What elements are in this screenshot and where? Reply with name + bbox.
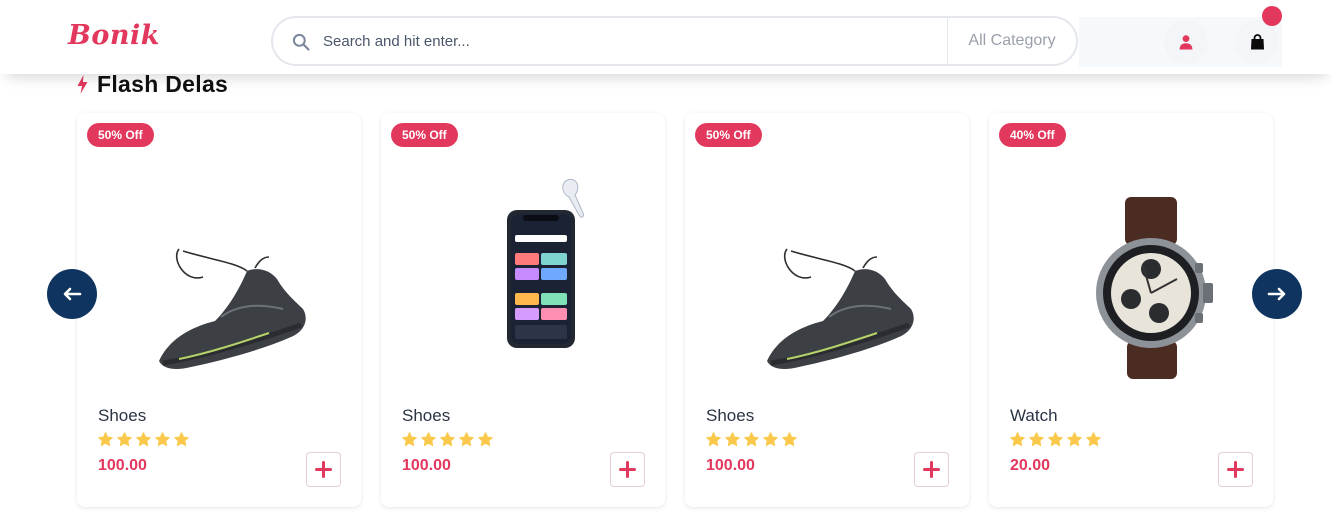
shopping-bag-icon	[1250, 34, 1264, 50]
star-icon	[174, 432, 189, 447]
product-card[interactable]: 40% Off Watch 20.00	[989, 113, 1273, 507]
add-to-cart-button[interactable]	[1218, 452, 1253, 487]
discount-badge: 50% Off	[695, 123, 762, 147]
product-card[interactable]: 50% Off Shoes 100.00	[685, 113, 969, 507]
product-name[interactable]: Shoes	[98, 406, 146, 426]
arrow-right-icon	[1267, 287, 1286, 301]
search-bar: All Category	[271, 16, 1078, 66]
search-input[interactable]	[323, 27, 923, 55]
user-account-button[interactable]	[1164, 20, 1208, 64]
star-icon	[98, 432, 113, 447]
star-icon	[1086, 432, 1101, 447]
search-icon	[292, 33, 310, 51]
star-icon	[1010, 432, 1025, 447]
arrow-left-icon	[63, 287, 82, 301]
star-icon	[421, 432, 436, 447]
star-icon	[706, 432, 721, 447]
product-name[interactable]: Shoes	[402, 406, 450, 426]
discount-badge: 40% Off	[999, 123, 1066, 147]
plus-icon	[315, 461, 332, 478]
star-icon	[763, 432, 778, 447]
star-icon	[478, 432, 493, 447]
star-rating	[97, 431, 190, 448]
plus-icon	[923, 461, 940, 478]
flash-icon	[77, 74, 88, 94]
product-card[interactable]: 50% Off Shoes 100.00	[381, 113, 665, 507]
star-rating	[705, 431, 798, 448]
plus-icon	[619, 461, 636, 478]
product-price: 100.00	[98, 457, 147, 474]
add-to-cart-button[interactable]	[306, 452, 341, 487]
star-icon	[155, 432, 170, 447]
product-image[interactable]	[423, 153, 623, 403]
star-icon	[1048, 432, 1063, 447]
top-header: Bonik All Category	[0, 0, 1332, 74]
star-icon	[117, 432, 132, 447]
star-icon	[440, 432, 455, 447]
star-icon	[1029, 432, 1044, 447]
section-title: Flash Delas	[97, 70, 229, 97]
plus-icon	[1227, 461, 1244, 478]
discount-badge: 50% Off	[87, 123, 154, 147]
carousel-prev-button[interactable]	[47, 269, 97, 319]
header-actions	[1079, 17, 1282, 67]
add-to-cart-button[interactable]	[914, 452, 949, 487]
product-name[interactable]: Shoes	[706, 406, 754, 426]
product-image[interactable]	[1031, 153, 1231, 403]
carousel-next-button[interactable]	[1252, 269, 1302, 319]
add-to-cart-button[interactable]	[610, 452, 645, 487]
star-rating	[1009, 431, 1102, 448]
product-price: 20.00	[1010, 457, 1051, 474]
product-name[interactable]: Watch	[1010, 406, 1058, 426]
star-rating	[401, 431, 494, 448]
cart-button[interactable]	[1235, 20, 1279, 64]
brand-logo[interactable]: Bonik	[68, 20, 160, 51]
product-price: 100.00	[402, 457, 451, 474]
section-header: Flash Delas	[76, 70, 228, 98]
star-icon	[1067, 432, 1082, 447]
discount-badge: 50% Off	[391, 123, 458, 147]
star-icon	[782, 432, 797, 447]
star-icon	[744, 432, 759, 447]
user-icon	[1179, 35, 1193, 50]
product-image[interactable]	[727, 153, 927, 403]
cart-count-badge	[1262, 6, 1282, 26]
star-icon	[725, 432, 740, 447]
product-price: 100.00	[706, 457, 755, 474]
star-icon	[402, 432, 417, 447]
star-icon	[459, 432, 474, 447]
category-select[interactable]: All Category	[948, 18, 1076, 64]
product-card[interactable]: 50% Off Shoes 100.00	[77, 113, 361, 507]
product-image[interactable]	[119, 153, 319, 403]
star-icon	[136, 432, 151, 447]
